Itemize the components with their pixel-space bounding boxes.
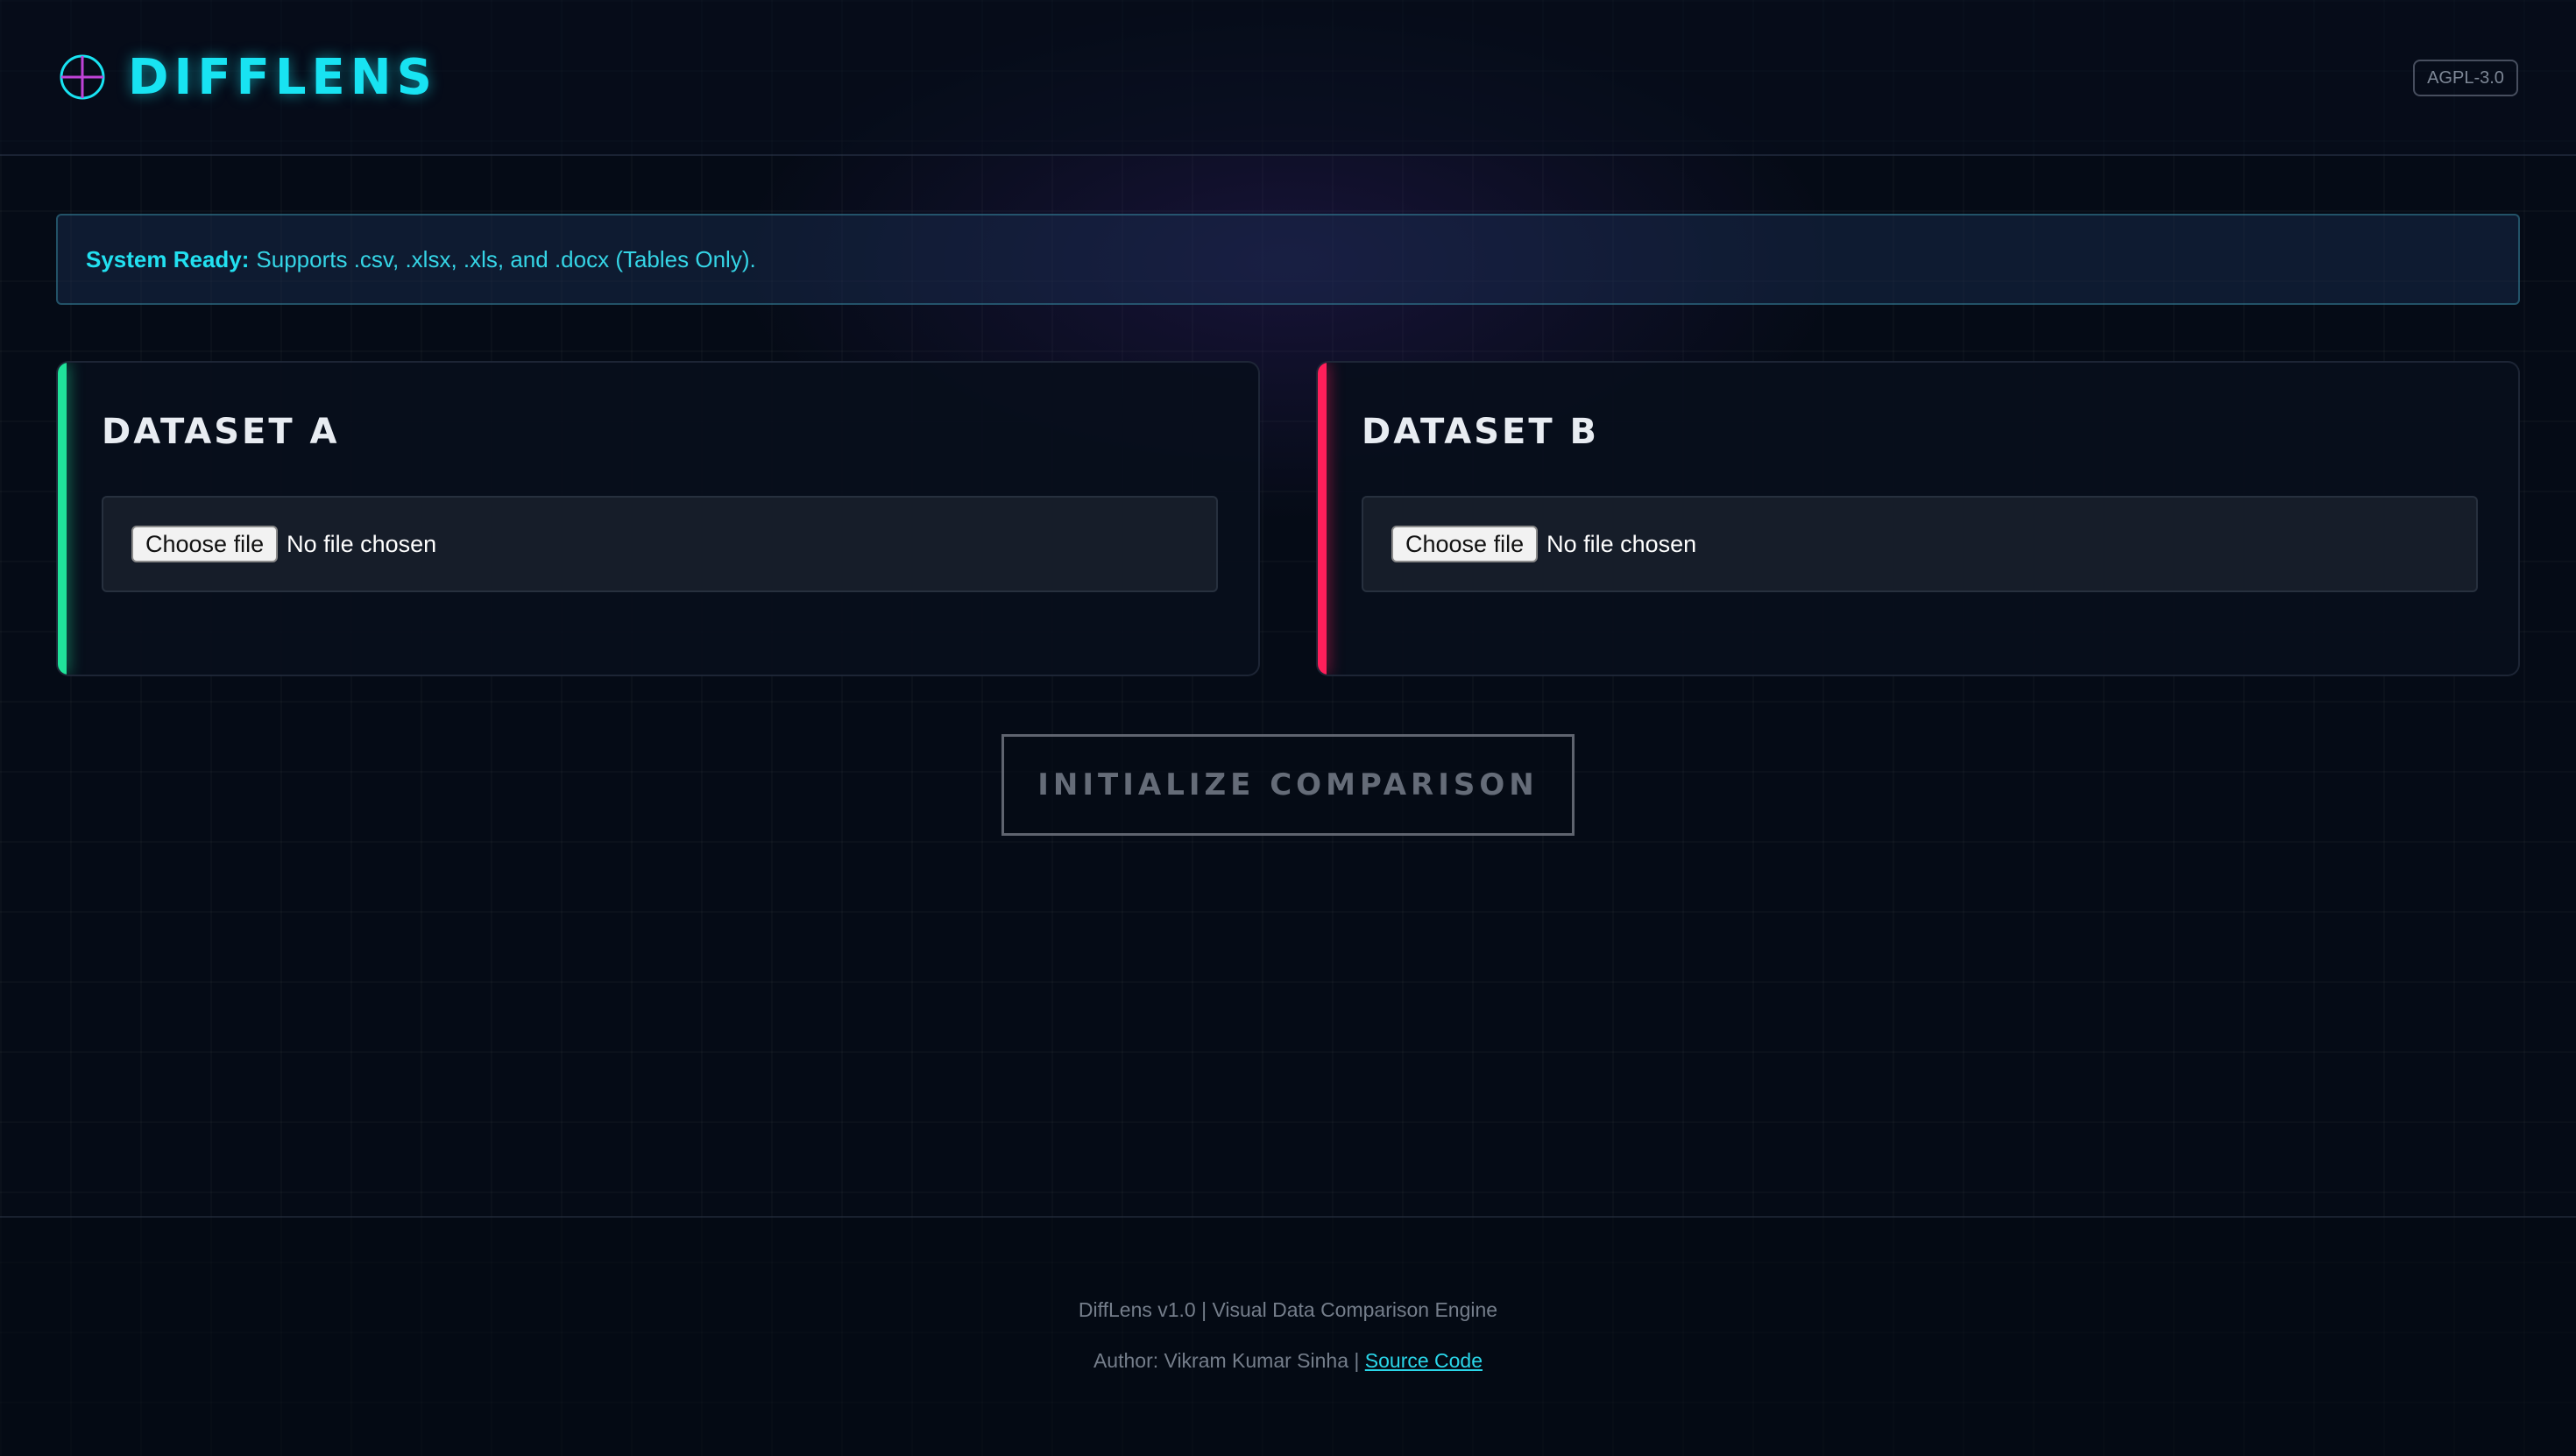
dataset-a-file-input[interactable]: Choose file No file chosen — [102, 496, 1218, 592]
footer-version: DiffLens v1.0 | Visual Data Comparison E… — [1078, 1298, 1498, 1321]
status-banner-text: Supports .csv, .xlsx, .xls, and .docx (T… — [256, 245, 756, 272]
dataset-b-file-status: No file chosen — [1546, 530, 1697, 557]
status-banner: System Ready: Supports .csv, .xlsx, .xls… — [56, 214, 2520, 305]
logo: DIFFLENS — [58, 48, 437, 106]
app-title: DIFFLENS — [128, 48, 437, 106]
dataset-a-title: DATASET A — [102, 412, 340, 452]
source-code-link[interactable]: Source Code — [1365, 1349, 1483, 1372]
dataset-b-choose-file-button[interactable]: Choose file — [1391, 526, 1539, 562]
footer-author: Author: Vikram Kumar Sinha | — [1093, 1349, 1360, 1372]
dataset-a-card: DATASET A Choose file No file chosen — [56, 361, 1260, 676]
footer-author-line: Author: Vikram Kumar Sinha | Source Code — [0, 1349, 2576, 1373]
initialize-comparison-button[interactable]: INITIALIZE COMPARISON — [1001, 734, 1575, 836]
license-badge: AGPL-3.0 — [2413, 60, 2518, 96]
dataset-a-accent-bar — [58, 363, 67, 675]
crosshair-icon — [60, 54, 105, 100]
dataset-a-choose-file-button[interactable]: Choose file — [131, 526, 279, 562]
dataset-a-file-status: No file chosen — [287, 530, 437, 557]
dataset-b-accent-bar — [1318, 363, 1327, 675]
dataset-b-title: DATASET B — [1362, 412, 1600, 452]
dataset-b-card: DATASET B Choose file No file chosen — [1316, 361, 2520, 676]
dataset-b-file-input[interactable]: Choose file No file chosen — [1362, 496, 2478, 592]
footer: DiffLens v1.0 | Visual Data Comparison E… — [0, 1216, 2576, 1456]
app-header: DIFFLENS AGPL-3.0 — [0, 0, 2576, 156]
status-banner-label: System Ready: — [86, 245, 250, 272]
